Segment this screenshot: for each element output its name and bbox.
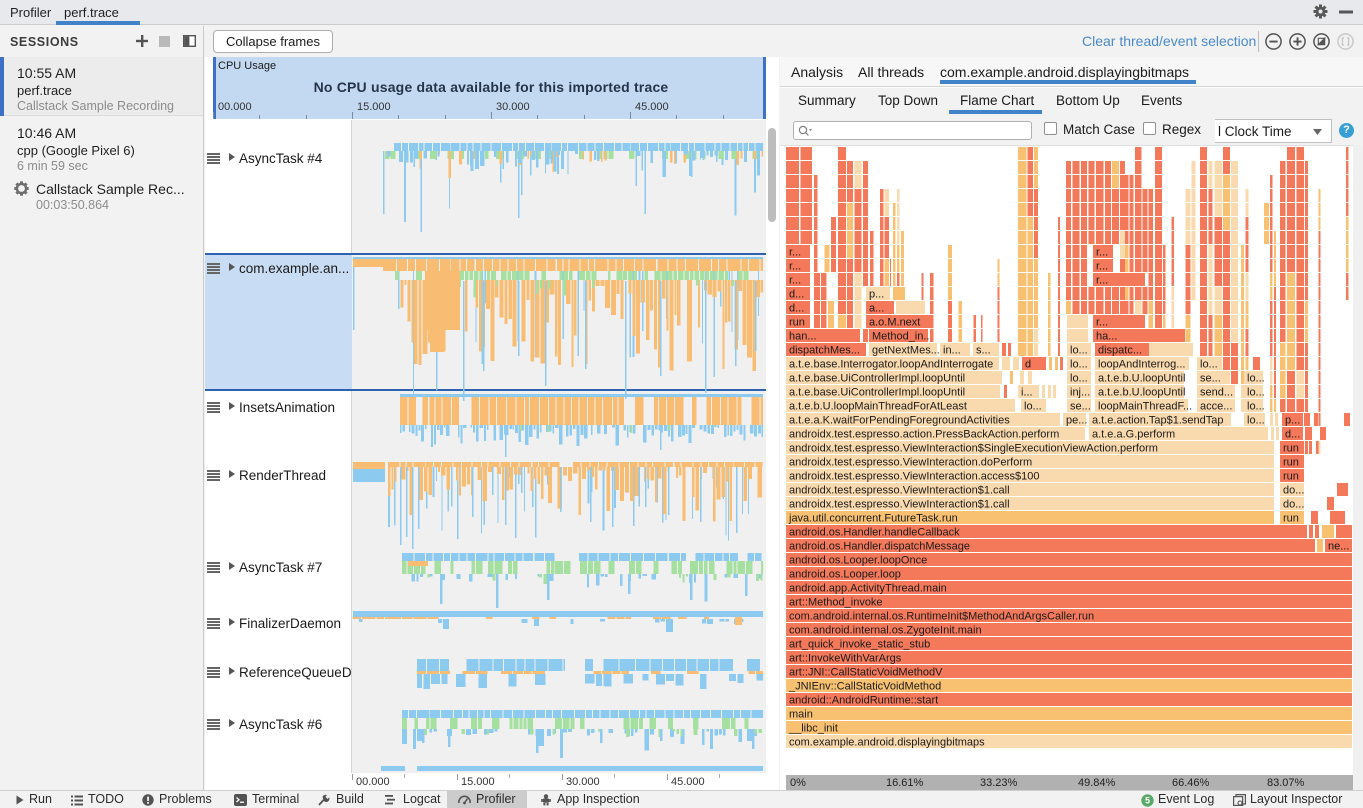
svg-text:lo...: lo...: [1070, 345, 1088, 357]
svg-text:run: run: [1283, 513, 1299, 525]
svg-text:lo...: lo...: [1200, 359, 1218, 371]
svg-text:run: run: [789, 317, 805, 329]
svg-text:han...: han...: [789, 331, 817, 343]
svg-text:android.app.ActivityThread.mai: android.app.ActivityThread.main: [789, 583, 947, 595]
svg-text:a.t.e.a.K.waitForPendingForegr: a.t.e.a.K.waitForPendingForegroundActivi…: [789, 415, 1010, 427]
svg-text:getNextMes...: getNextMes...: [872, 345, 940, 357]
svg-text:loopMainThreadF...: loopMainThreadF...: [1098, 401, 1192, 413]
svg-text:lo...: lo...: [1247, 415, 1265, 427]
svg-text:art::Method_invoke: art::Method_invoke: [789, 597, 883, 609]
svg-text:com.example.android.displaying: com.example.android.displayingbitmaps: [789, 737, 985, 749]
svg-text:do...: do...: [1283, 499, 1304, 511]
svg-text:s...: s...: [976, 345, 991, 357]
svg-text:androidx.test.espresso.ViewInt: androidx.test.espresso.ViewInteraction.a…: [789, 471, 1040, 483]
svg-text:a.t.e.a.G.perform: a.t.e.a.G.perform: [1092, 429, 1175, 441]
svg-text:java.util.concurrent.FutureTas: java.util.concurrent.FutureTask.run: [788, 513, 958, 525]
svg-text:a.t.e.base.UiControllerImpl.lo: a.t.e.base.UiControllerImpl.loopUntil: [789, 387, 965, 399]
svg-text:p...: p...: [1285, 415, 1300, 427]
svg-text:main: main: [789, 709, 813, 721]
svg-text:a.t.e.base.Interrogator.loopAn: a.t.e.base.Interrogator.loopAndInterroga…: [789, 359, 993, 371]
svg-text:se...: se...: [1200, 373, 1221, 385]
svg-text:a.t.e.b.U.loopUntil: a.t.e.b.U.loopUntil: [1098, 387, 1185, 399]
svg-text:dispatchMes...: dispatchMes...: [789, 345, 860, 357]
svg-text:r...: r...: [1096, 261, 1108, 273]
svg-text:com.android.internal.os.Runtim: com.android.internal.os.RuntimeInit$Meth…: [789, 611, 1094, 623]
svg-text:__libc_init: __libc_init: [788, 723, 838, 735]
svg-text:run: run: [1283, 457, 1299, 469]
svg-text:send...: send...: [1200, 387, 1233, 399]
svg-text:androidx.test.espresso.ViewInt: androidx.test.espresso.ViewInteraction.d…: [789, 457, 1032, 469]
svg-text:androidx.test.espresso.ViewInt: androidx.test.espresso.ViewInteraction$1…: [789, 485, 1010, 497]
svg-text:inj...: inj...: [1070, 387, 1090, 399]
svg-text:lo...: lo...: [1024, 401, 1042, 413]
svg-text:android.os.Looper.loop: android.os.Looper.loop: [789, 569, 901, 581]
svg-text:Method_in...: Method_in...: [872, 331, 933, 343]
svg-text:a.t.e.b.U.loopUntil: a.t.e.b.U.loopUntil: [1098, 373, 1185, 385]
svg-text:r...: r...: [1096, 317, 1108, 329]
svg-text:art::JNI::CallStaticVoidMethod: art::JNI::CallStaticVoidMethodV: [789, 667, 943, 679]
svg-text:a.t.e.action.Tap$1.sendTap: a.t.e.action.Tap$1.sendTap: [1092, 415, 1223, 427]
svg-text:acce...: acce...: [1200, 401, 1232, 413]
svg-text:r...: r...: [1096, 247, 1108, 259]
svg-text:android.os.Looper.loopOnce: android.os.Looper.loopOnce: [789, 555, 927, 567]
svg-text:r...: r...: [789, 261, 801, 273]
svg-text:p...: p...: [869, 289, 884, 301]
svg-text:d...: d...: [789, 303, 804, 315]
svg-text:lo...: lo...: [1247, 387, 1265, 399]
svg-text:lo...: lo...: [1070, 373, 1088, 385]
svg-text:android.os.Handler.handleCallb: android.os.Handler.handleCallback: [789, 527, 960, 539]
svg-text:art::InvokeWithVarArgs: art::InvokeWithVarArgs: [789, 653, 902, 665]
svg-text:a.t.e.base.UiControllerImpl.lo: a.t.e.base.UiControllerImpl.loopUntil: [789, 373, 965, 385]
svg-text:androidx.test.espresso.action.: androidx.test.espresso.action.PressBackA…: [789, 429, 1059, 441]
svg-text:d...: d...: [789, 289, 804, 301]
svg-text:d: d: [1025, 359, 1031, 371]
svg-text:lo...: lo...: [1247, 373, 1265, 385]
svg-text:d...: d...: [1285, 429, 1300, 441]
svg-text:a.o.M.next: a.o.M.next: [869, 317, 920, 329]
svg-text:androidx.test.espresso.ViewInt: androidx.test.espresso.ViewInteraction$S…: [789, 443, 1158, 455]
svg-text:se...: se...: [1070, 401, 1091, 413]
svg-text:com.android.internal.os.Zygote: com.android.internal.os.ZygoteInit.main: [789, 625, 982, 637]
svg-text:in...: in...: [943, 345, 961, 357]
svg-text:ne...: ne...: [1328, 541, 1349, 553]
svg-text:android::AndroidRuntime::start: android::AndroidRuntime::start: [789, 695, 938, 707]
svg-text:r...: r...: [789, 275, 801, 287]
svg-text:dispatc...: dispatc...: [1098, 345, 1142, 357]
svg-text:i...: i...: [1021, 387, 1033, 399]
svg-text:android.os.Handler.dispatchMes: android.os.Handler.dispatchMessage: [789, 541, 970, 553]
svg-text:a...: a...: [869, 303, 884, 315]
svg-text:ha...: ha...: [1096, 331, 1117, 343]
svg-text:r...: r...: [1096, 275, 1108, 287]
svg-text:r...: r...: [789, 247, 801, 259]
svg-text:lo...: lo...: [1070, 359, 1088, 371]
svg-text:do...: do...: [1283, 485, 1304, 497]
svg-text:run: run: [1283, 471, 1299, 483]
svg-text:loopAndInterrog...: loopAndInterrog...: [1098, 359, 1185, 371]
svg-text:androidx.test.espresso.ViewInt: androidx.test.espresso.ViewInteraction$1…: [789, 499, 1010, 511]
svg-text:lo...: lo...: [1247, 401, 1265, 413]
svg-text:run: run: [1283, 443, 1299, 455]
svg-text:art_quick_invoke_static_stub: art_quick_invoke_static_stub: [789, 639, 930, 651]
svg-text:_JNIEnv::CallStaticVoidMethod: _JNIEnv::CallStaticVoidMethod: [788, 681, 941, 693]
svg-text:pe...: pe...: [1066, 415, 1087, 427]
svg-text:a.t.e.b.U.loopMainThreadForAtL: a.t.e.b.U.loopMainThreadForAtLeast: [789, 401, 967, 413]
